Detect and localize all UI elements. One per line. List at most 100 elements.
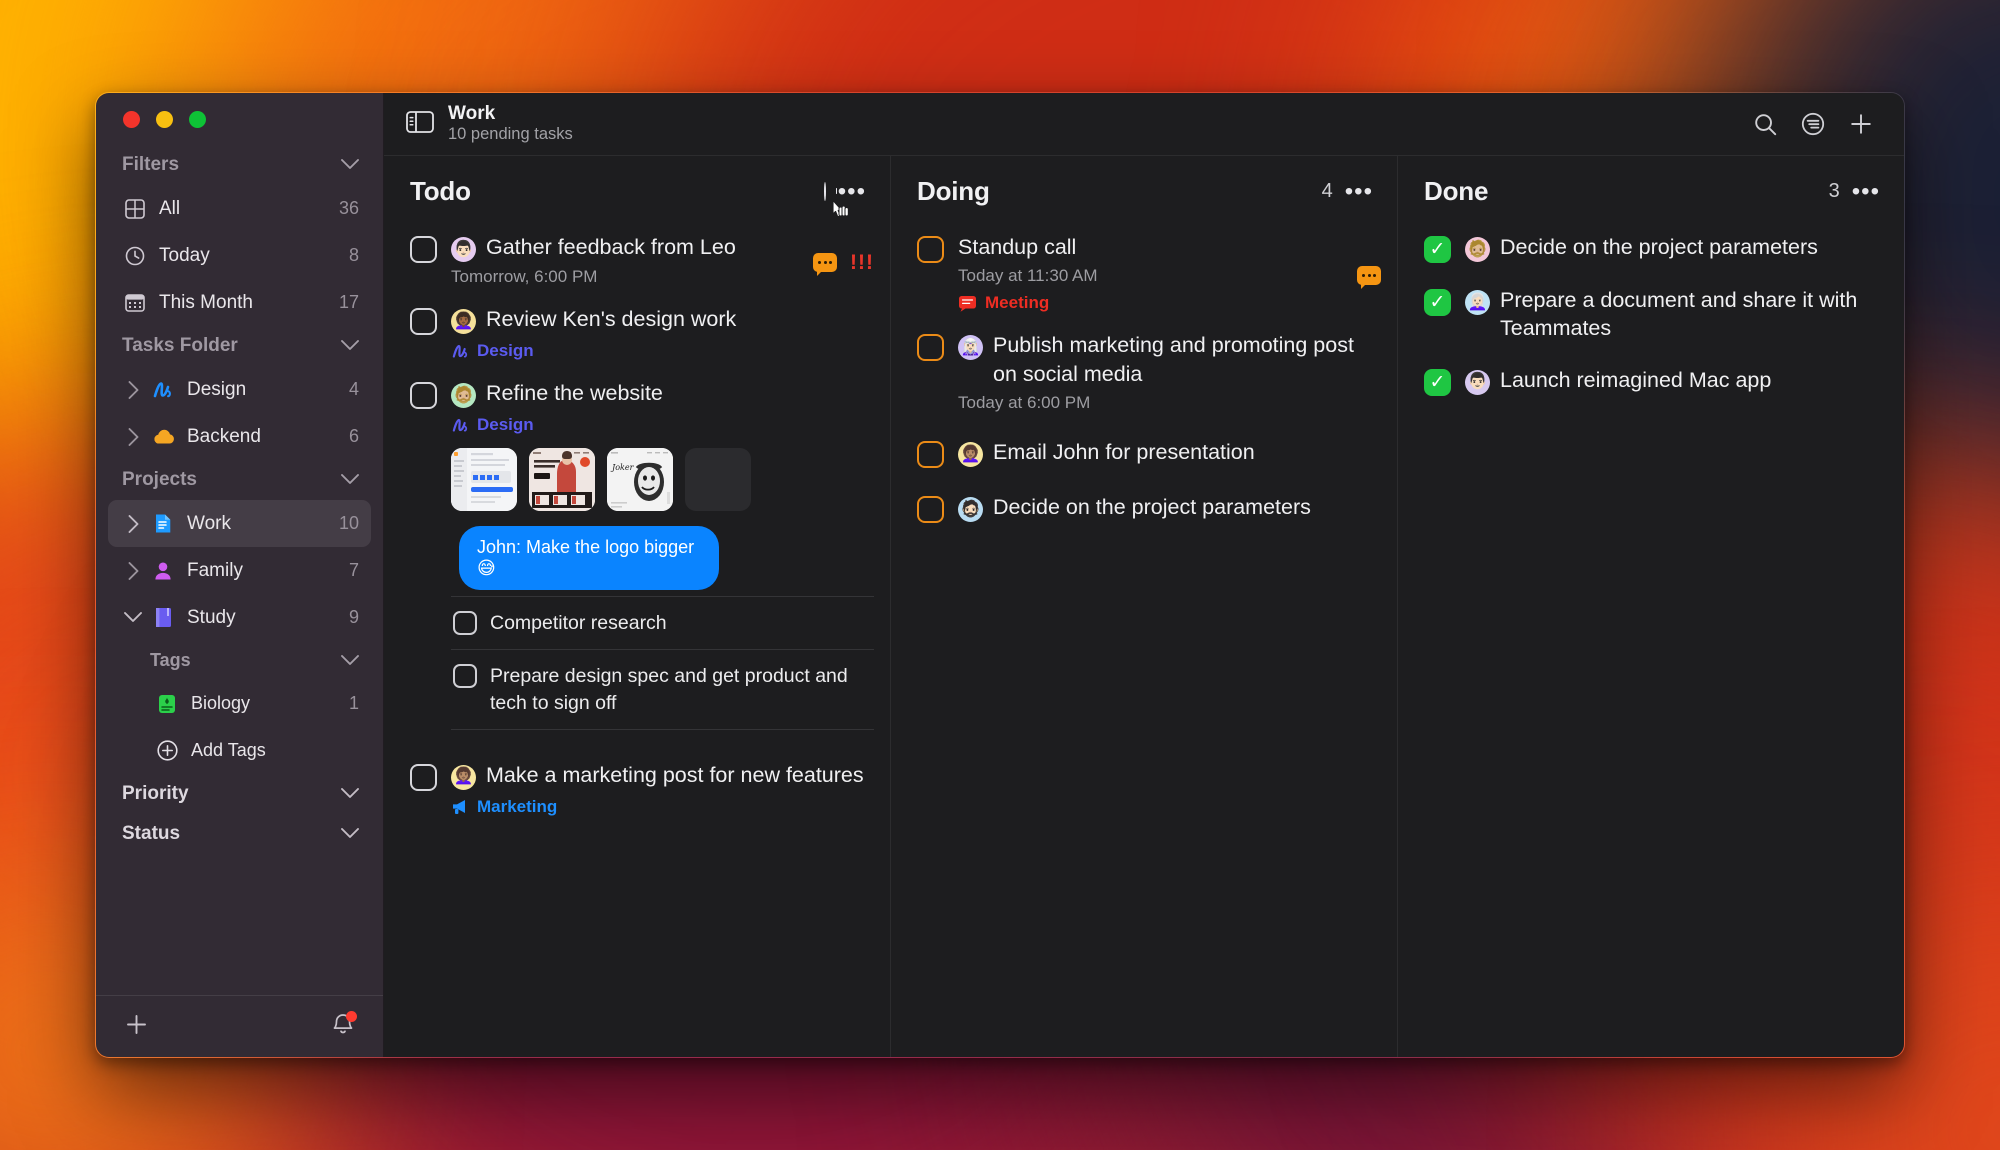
subtask-row[interactable]: Prepare design spec and get product and … — [451, 650, 874, 730]
task-tag[interactable]: Design — [451, 415, 874, 435]
sidebar-section-tasks-folder[interactable]: Tasks Folder — [108, 326, 371, 366]
task-checkbox[interactable] — [917, 496, 944, 524]
close-button[interactable] — [123, 110, 140, 128]
sidebar-item-label: Biology — [191, 693, 251, 713]
comment-icon[interactable] — [813, 253, 838, 276]
avatar: 👩🏽‍🦱 — [958, 442, 983, 468]
task-card[interactable]: 👩🏾‍🦱 Review Ken's design work Design — [410, 296, 874, 370]
chevron-down-icon[interactable] — [341, 335, 359, 357]
column-title: Done — [1424, 176, 1489, 206]
attachment-thumbnail-ecommerce[interactable] — [529, 448, 595, 511]
sidebar-scroll[interactable]: Filters All 36 Today 8 This Month 17 Tas… — [96, 145, 383, 995]
task-checkbox[interactable] — [917, 441, 944, 469]
subtask-checkbox[interactable] — [453, 664, 477, 689]
column-task-list[interactable]: Standup call Today at 11:30 AM Meeting 🧝… — [891, 221, 1397, 1057]
filter-icon[interactable] — [1796, 107, 1830, 141]
subtask-row[interactable]: Competitor research — [451, 597, 874, 651]
task-checkbox[interactable] — [410, 382, 437, 409]
sidebar-item-this-month[interactable]: This Month 17 — [108, 279, 371, 326]
task-checkbox[interactable] — [917, 236, 944, 263]
sidebar-item-label: Design — [187, 378, 247, 400]
sidebar-section-priority[interactable]: Priority — [108, 774, 371, 814]
add-item-button[interactable] — [124, 1012, 149, 1042]
add-task-button[interactable] — [823, 181, 849, 217]
chevron-down-icon[interactable] — [341, 154, 359, 176]
chat-message[interactable]: John: Make the logo bigger 😅 — [453, 526, 719, 590]
sidebar-section-tags[interactable]: Tags — [108, 641, 371, 680]
attachment-thumbnail-dashboard[interactable] — [451, 448, 517, 511]
task-checkbox[interactable] — [410, 236, 437, 263]
task-tag[interactable]: Marketing — [451, 797, 874, 817]
chevron-down-icon[interactable] — [341, 783, 359, 805]
sidebar-item-today[interactable]: Today 8 — [108, 232, 371, 279]
kanban-board: Todo ••• 👨🏻 Gather feedback from Leo Tom… — [384, 156, 1904, 1057]
task-title: Launch reimagined Mac app — [1500, 367, 1772, 392]
chevron-right-icon[interactable] — [122, 561, 144, 580]
sidebar-item-label: This Month — [159, 291, 253, 313]
column-title: Todo — [410, 176, 471, 206]
task-checkbox[interactable] — [1424, 368, 1451, 396]
chevron-down-icon[interactable] — [122, 612, 144, 623]
task-card[interactable]: Standup call Today at 11:30 AM Meeting — [917, 224, 1381, 322]
task-card[interactable]: 🧝🏻‍♀️ Publish marketing and promoting po… — [917, 322, 1381, 422]
task-card[interactable]: 👩🏽‍🦱 Make a marketing post for new featu… — [410, 739, 874, 826]
attachment-list: Joker — [451, 448, 874, 511]
squiggle-icon — [451, 418, 470, 433]
sidebar-section-filters[interactable]: Filters — [108, 145, 371, 185]
comment-icon[interactable] — [1357, 266, 1381, 290]
attachment-thumbnail-portrait[interactable]: Joker — [607, 448, 673, 511]
task-card[interactable]: 🧔🏻 Decide on the project parameters — [917, 477, 1381, 532]
task-checkbox[interactable] — [410, 763, 437, 791]
sidebar-item-study[interactable]: Study 9 — [108, 594, 371, 641]
plus-icon[interactable] — [1844, 107, 1878, 141]
task-tag[interactable]: Meeting — [958, 293, 1347, 313]
sidebar-item-backend[interactable]: Backend 6 — [108, 413, 371, 460]
chevron-down-icon[interactable] — [341, 650, 359, 671]
task-checkbox[interactable] — [1424, 236, 1451, 263]
chevron-right-icon[interactable] — [122, 427, 144, 446]
sidebar-item-design[interactable]: Design 4 — [108, 366, 371, 413]
task-card[interactable]: 👨🏻 Launch reimagined Mac app — [1424, 352, 1888, 405]
column-title: Doing — [917, 176, 990, 206]
chevron-right-icon[interactable] — [122, 380, 144, 399]
column-more-button[interactable]: ••• — [1345, 179, 1373, 203]
task-tag[interactable]: Design — [451, 341, 874, 361]
sidebar-item-all[interactable]: All 36 — [108, 185, 371, 232]
column-task-list[interactable]: 👨🏻 Gather feedback from Leo Tomorrow, 6:… — [384, 221, 890, 1057]
column-more-button[interactable]: ••• — [1852, 179, 1880, 203]
search-icon[interactable] — [1748, 107, 1782, 141]
sidebar-section-projects[interactable]: Projects — [108, 460, 371, 500]
sidebar-item-biology[interactable]: Biology 1 — [108, 680, 371, 727]
cloud-icon — [150, 429, 176, 445]
sidebar-section-status[interactable]: Status — [108, 814, 371, 854]
subtask-checkbox[interactable] — [453, 611, 477, 635]
chevron-right-icon[interactable] — [122, 514, 144, 533]
task-title: Standup call — [958, 235, 1077, 259]
sidebar-item-label: Work — [187, 512, 231, 534]
sidebar-item-work[interactable]: Work 10 — [108, 500, 371, 547]
chevron-down-icon[interactable] — [341, 823, 359, 845]
page-title-block: Work 10 pending tasks — [448, 103, 573, 145]
chevron-down-icon[interactable] — [341, 469, 359, 491]
sidebar-toggle-icon[interactable] — [406, 110, 434, 138]
avatar: 👨🏻 — [451, 237, 476, 262]
attachment-placeholder[interactable] — [685, 448, 751, 511]
column-more-button[interactable]: ••• — [838, 179, 866, 203]
task-tag-label: Design — [477, 341, 534, 360]
task-card[interactable]: 👩🏽‍🦱 Email John for presentation — [917, 422, 1381, 477]
task-card[interactable]: 🧔🏼 Decide on the project parameters — [1424, 224, 1888, 272]
column-task-list[interactable]: 🧔🏼 Decide on the project parameters 👩🏻‍🦳… — [1398, 221, 1904, 1057]
notification-badge — [346, 1010, 357, 1022]
notifications-button[interactable] — [331, 1010, 357, 1042]
add-tags-button[interactable]: Add Tags — [108, 727, 371, 774]
zoom-button[interactable] — [189, 110, 206, 128]
sidebar-item-family[interactable]: Family 7 — [108, 547, 371, 594]
task-card[interactable]: 👨🏻 Gather feedback from Leo Tomorrow, 6:… — [410, 224, 874, 296]
sidebar: Filters All 36 Today 8 This Month 17 Tas… — [96, 93, 384, 1057]
task-checkbox[interactable] — [410, 308, 437, 335]
task-checkbox[interactable] — [1424, 289, 1451, 316]
task-checkbox[interactable] — [917, 334, 944, 362]
task-card[interactable]: 👩🏻‍🦳 Prepare a document and share it wit… — [1424, 272, 1888, 352]
minimize-button[interactable] — [156, 110, 173, 128]
task-card[interactable]: 🧔🏼 Refine the website Design Joker John:… — [410, 370, 874, 739]
